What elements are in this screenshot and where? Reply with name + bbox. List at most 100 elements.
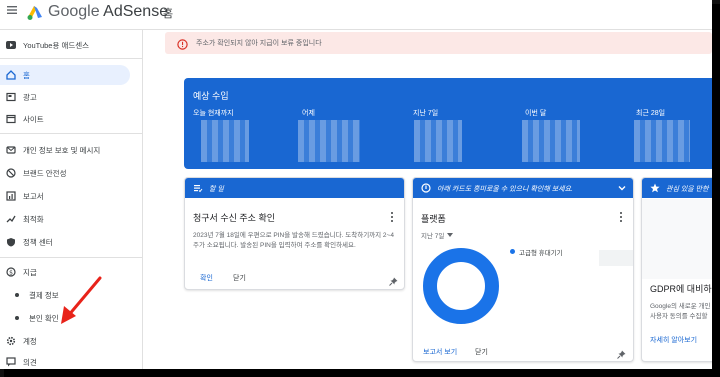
todo-dismiss-button[interactable]: 닫기 [233,273,246,283]
platform-range-select[interactable]: 지난 7일 [421,230,454,240]
todo-more-icon[interactable] [389,212,395,222]
feedback-icon [6,357,16,367]
earnings-7days-value-redacted [414,120,462,162]
interest-title: GDPR에 대비하 [650,284,712,294]
alert-text: 주소가 확인되지 않아 지급이 보류 중입니다 [196,40,322,47]
svg-text:$: $ [9,269,13,276]
window-shadow-bottom [4,369,720,377]
interest-card: 관심 있을 만한 GDPR에 대비하 Google의 새로운 개인 사용자 동의… [641,177,712,362]
brand-product: AdSense [103,3,169,20]
earnings-28days-value-redacted [634,120,690,162]
checklist-icon [193,183,203,193]
sidebar-item-label: 광고 [23,92,37,102]
settings-icon [6,336,16,346]
earnings-28days-label: 최근 28일 [636,110,666,117]
payments-icon: $ [6,267,16,277]
legend-swatch [510,249,515,254]
adsense-window: Google AdSense 홈 YouTube용 애드센스 홈 광고 사이트 … [0,0,712,369]
reports-icon [6,191,16,201]
sidebar-item-label: 계정 [23,336,37,346]
todo-confirm-button[interactable]: 확인 [200,273,213,283]
sidebar-item-home[interactable]: 홈 [0,65,130,85]
earnings-title: 예상 수입 [193,91,229,101]
sites-icon [6,114,16,124]
sidebar-divider [0,58,142,59]
sidebar-item-ads[interactable]: 광고 [0,87,142,107]
sidebar-item-label: 홈 [23,70,30,80]
home-icon [6,70,16,80]
sidebar-item-reports[interactable]: 보고서 [0,186,142,206]
learn-more-link[interactable]: 자세히 알아보기 [650,335,697,345]
interest-image [642,199,712,279]
sidebar-item-label: 최적화 [23,214,44,224]
chevron-down-icon[interactable] [617,183,627,193]
earnings-month-label: 이번 달 [525,110,547,117]
bullet-icon [15,293,19,297]
earnings-today-value-redacted [201,120,249,162]
privacy-icon [6,145,16,155]
todo-title: 청구서 수신 주소 확인 [193,213,276,223]
earnings-7days-label: 지난 7일 [413,110,439,117]
interest-header: 관심 있을 만한 [642,178,712,198]
sidebar-item-label: 개인 정보 보호 및 메시지 [23,145,101,155]
platform-title: 플랫폼 [421,214,446,224]
sidebar-item-brand-safety[interactable]: 브랜드 안전성 [0,163,142,183]
todo-header: 할 일 [185,178,404,198]
platform-legend-label: 고급형 휴대기기 [519,250,563,257]
brand-safety-icon [6,168,16,178]
earnings-today-label: 오늘 현재까지 [193,110,234,117]
sidebar-item-label: 지급 [23,267,37,277]
sidebar-item-label: 의견 [23,357,37,367]
platform-more-icon[interactable] [618,212,624,222]
platform-header-text: 아래 카드도 흥미로울 수 있으니 확인해 보세요. [437,186,573,193]
brand-name: Google AdSense [48,3,168,21]
sidebar-item-label: 결제 정보 [29,290,59,300]
error-icon [177,37,188,50]
view-report-button[interactable]: 보고서 보기 [423,347,457,357]
platform-value-redacted [599,250,633,266]
sidebar-item-feedback[interactable]: 의견 [0,352,142,369]
sidebar-item-label: 본인 확인 [29,313,59,323]
pin-icon[interactable] [389,273,398,286]
sidebar-divider [0,133,142,134]
menu-icon[interactable] [6,4,20,18]
sidebar-item-label: 브랜드 안전성 [23,168,67,178]
platform-dismiss-button[interactable]: 닫기 [475,347,488,357]
sidebar-item-label: 사이트 [23,114,44,124]
youtube-icon [6,40,16,50]
todo-header-text: 할 일 [209,186,224,193]
platform-donut-chart [423,248,499,324]
top-bar: Google AdSense 홈 [0,0,712,30]
earnings-month-value-redacted [522,120,580,162]
window-shadow-right [712,4,720,377]
ads-icon [6,92,16,102]
sidebar-item-label: 보고서 [23,191,44,201]
earnings-yesterday-value-redacted [298,120,360,162]
sidebar-item-policy[interactable]: 정책 센터 [0,232,142,252]
optimization-icon [6,214,16,224]
page-title: 홈 [163,8,174,20]
platform-header: 아래 카드도 흥미로울 수 있으니 확인해 보세요. [413,178,633,198]
bullet-icon [15,316,19,320]
sidebar-item-privacy[interactable]: 개인 정보 보호 및 메시지 [0,140,142,160]
sidebar-item-label: 정책 센터 [23,237,53,247]
todo-card: 할 일 청구서 수신 주소 확인 2023년 7월 18일에 우편으로 PIN을… [184,177,405,290]
platform-card: 아래 카드도 흥미로울 수 있으니 확인해 보세요. 플랫폼 지난 7일 고급형… [412,177,634,362]
lightbulb-icon [421,183,431,193]
adsense-logo-icon [26,3,44,21]
dropdown-caret-icon [447,233,454,237]
platform-range-label: 지난 7일 [421,233,445,240]
sidebar-item-account[interactable]: 계정 [0,331,142,351]
sidebar-account[interactable]: YouTube용 애드센스 [0,35,142,55]
interest-body: Google의 새로운 개인 사용자 동의를 수집할 [650,303,711,320]
sidebar-divider [0,257,142,258]
annotation-arrow-icon [61,276,102,324]
payment-hold-alert: 주소가 확인되지 않아 지급이 보류 중입니다 [165,32,712,54]
sidebar-item-sites[interactable]: 사이트 [0,109,142,129]
pin-icon[interactable] [617,346,626,359]
brand-google: Google [48,3,100,20]
sidebar-item-optimization[interactable]: 최적화 [0,209,142,229]
estimated-earnings-card: 예상 수입 오늘 현재까지 어제 지난 7일 이번 달 최근 28일 [184,78,712,169]
sidebar-account-label: YouTube용 애드센스 [23,40,90,50]
earnings-yesterday-label: 어제 [302,110,315,117]
